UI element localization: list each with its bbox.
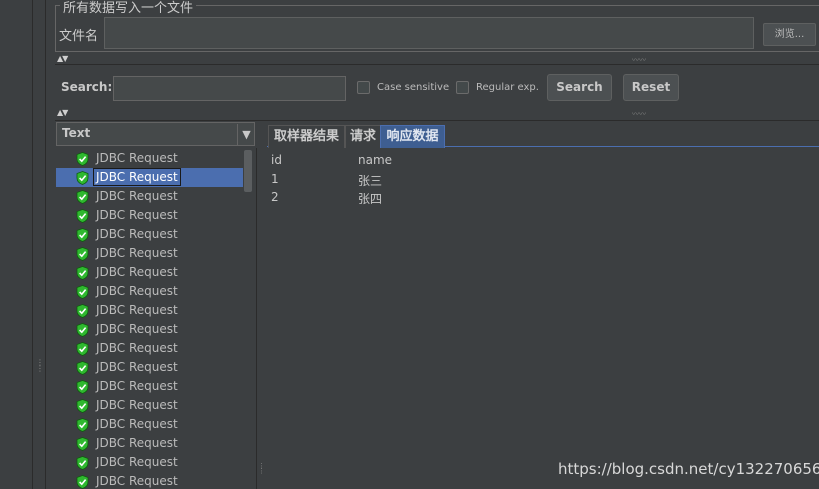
- tree-item-label: JDBC Request: [96, 284, 178, 298]
- tree-item-label: JDBC Request: [96, 322, 178, 336]
- tree-item-label: JDBC Request: [96, 151, 178, 165]
- tree-item[interactable]: JDBC Request: [56, 396, 243, 415]
- tree-item[interactable]: JDBC Request: [56, 263, 243, 282]
- tree-item-label: JDBC Request: [96, 227, 178, 241]
- green-shield-check-icon: [76, 475, 89, 489]
- tree-item[interactable]: JDBC Request: [56, 358, 243, 377]
- response-header-id: id: [271, 153, 282, 167]
- response-cell: 1: [271, 172, 279, 186]
- tree-item[interactable]: JDBC Request: [56, 282, 243, 301]
- tree-scrollbar-thumb[interactable]: [244, 150, 252, 192]
- green-shield-check-icon: [76, 228, 89, 242]
- tree-item-label: JDBC Request: [96, 246, 178, 260]
- file-group-legend: 所有数据写入一个文件: [60, 0, 197, 16]
- tree-item-label: JDBC Request: [96, 208, 178, 222]
- tree-item-label: JDBC Request: [96, 189, 178, 203]
- response-cell: 2: [271, 190, 279, 204]
- tree-item-label: JDBC Request: [96, 474, 178, 488]
- green-shield-check-icon: [76, 323, 89, 337]
- green-shield-check-icon: [76, 399, 89, 413]
- triangle-down-icon[interactable]: ▼: [237, 124, 255, 145]
- green-shield-check-icon: [76, 190, 89, 204]
- tree-item-label: JDBC Request: [96, 398, 178, 412]
- tree-item[interactable]: JDBC Request: [56, 187, 243, 206]
- tree-item[interactable]: JDBC Request: [56, 320, 243, 339]
- response-data-panel: id name 1 张三 2 张四: [267, 148, 819, 489]
- tree-item-label: JDBC Request: [93, 168, 181, 186]
- tree-item[interactable]: JDBC Request: [56, 415, 243, 434]
- split-pane-divider[interactable]: ⋮ ⋮: [34, 0, 46, 489]
- results-tree: JDBC Request JDBC Request JDBC Request JDBC…: [56, 148, 243, 489]
- tree-item[interactable]: JDBC Request: [56, 168, 243, 187]
- reset-button[interactable]: Reset: [623, 74, 679, 101]
- renderer-select-value: Text: [62, 126, 91, 140]
- tree-item-label: JDBC Request: [96, 379, 178, 393]
- tree-item[interactable]: JDBC Request: [56, 377, 243, 396]
- tree-item[interactable]: JDBC Request: [56, 149, 243, 168]
- green-shield-check-icon: [76, 380, 89, 394]
- tab-response-data[interactable]: 响应数据: [380, 125, 445, 148]
- regular-exp-label: Regular exp.: [476, 82, 539, 93]
- tree-item-label: JDBC Request: [96, 455, 178, 469]
- tree-item[interactable]: JDBC Request: [56, 339, 243, 358]
- green-shield-check-icon: [76, 418, 89, 432]
- search-button[interactable]: Search: [547, 74, 612, 101]
- green-shield-check-icon: [76, 285, 89, 299]
- tab-sampler-result[interactable]: 取样器结果: [268, 125, 345, 148]
- browse-button[interactable]: 浏览...: [763, 23, 816, 46]
- tree-item-label: JDBC Request: [96, 417, 178, 431]
- tree-item[interactable]: JDBC Request: [56, 472, 243, 489]
- case-sensitive-label: Case sensitive: [377, 82, 450, 93]
- filename-label: 文件名: [59, 29, 99, 44]
- green-shield-check-icon: [76, 304, 89, 318]
- green-shield-check-icon: [76, 361, 89, 375]
- filename-input[interactable]: [104, 17, 754, 49]
- tree-item-label: JDBC Request: [96, 303, 178, 317]
- green-shield-check-icon: [76, 152, 89, 166]
- response-header-name: name: [358, 153, 393, 167]
- response-cell: 张三: [358, 174, 383, 188]
- green-shield-check-icon: [76, 171, 89, 185]
- green-shield-check-icon: [76, 266, 89, 280]
- search-label: Search:: [61, 80, 113, 94]
- green-shield-check-icon: [76, 456, 89, 470]
- tree-item-label: JDBC Request: [96, 436, 178, 450]
- search-input[interactable]: [113, 76, 346, 101]
- collapse-arrows-icon[interactable]: ▲▼: [57, 108, 68, 117]
- tree-item-label: JDBC Request: [96, 360, 178, 374]
- case-sensitive-checkbox[interactable]: [357, 81, 370, 94]
- tree-scrollbar[interactable]: [243, 148, 253, 489]
- collapse-arrows-icon[interactable]: ▲▼: [57, 54, 68, 63]
- green-shield-check-icon: [76, 247, 89, 261]
- tree-item[interactable]: JDBC Request: [56, 225, 243, 244]
- tree-item-label: JDBC Request: [96, 341, 178, 355]
- tab-request[interactable]: 请求: [345, 125, 381, 148]
- horizontal-grip-icon[interactable]: 〰〰: [632, 109, 646, 119]
- response-cell: 张四: [358, 192, 383, 206]
- tree-item[interactable]: JDBC Request: [56, 434, 243, 453]
- tree-item[interactable]: JDBC Request: [56, 301, 243, 320]
- tree-item[interactable]: JDBC Request: [56, 244, 243, 263]
- tree-item[interactable]: JDBC Request: [56, 453, 243, 472]
- left-test-plan-panel: [0, 0, 33, 489]
- regular-exp-checkbox[interactable]: [456, 81, 469, 94]
- tree-item[interactable]: JDBC Request: [56, 206, 243, 225]
- green-shield-check-icon: [76, 342, 89, 356]
- green-shield-check-icon: [76, 209, 89, 223]
- green-shield-check-icon: [76, 437, 89, 451]
- tree-item-label: JDBC Request: [96, 265, 178, 279]
- results-split-divider[interactable]: ⋮ ⋮: [256, 148, 265, 489]
- watermark-text: https://blog.csdn.net/cy1322706567: [558, 460, 819, 478]
